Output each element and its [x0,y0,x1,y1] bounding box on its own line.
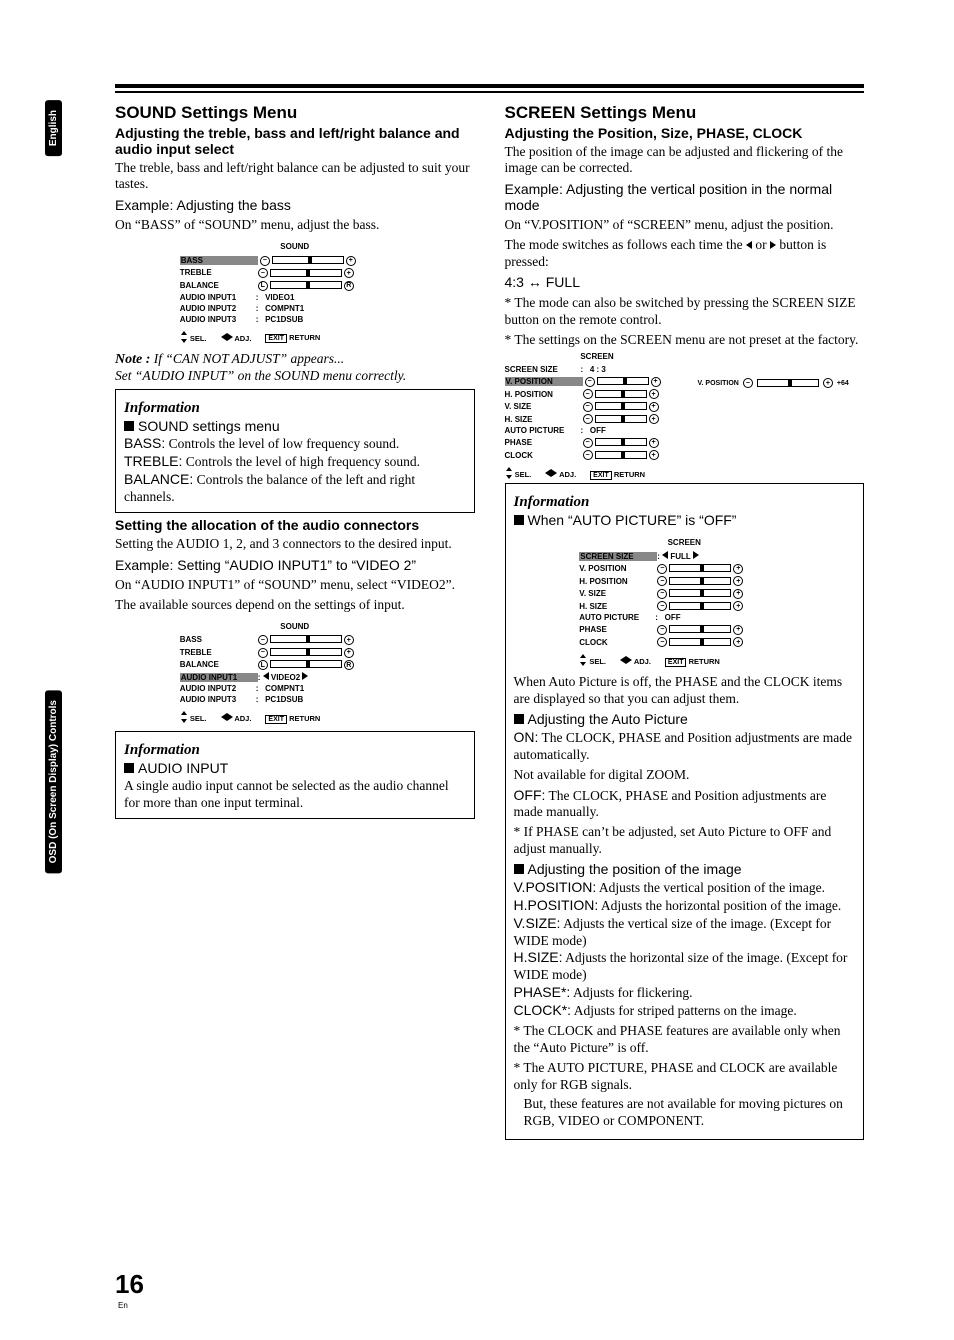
info-audio-input: Information AUDIO INPUT A single audio i… [115,731,475,819]
tab-osd: OSD (On Screen Display) Controls [45,690,62,873]
sound-p1: The treble, bass and left/right balance … [115,160,475,194]
page-number: 16 [115,1269,144,1300]
osd-sound-1: SOUND BASS−+ TREBLE−+ BALANCELR AUDIO IN… [180,242,410,343]
sound-sub: Adjusting the treble, bass and left/righ… [115,125,475,157]
info-screen-box: Information When “AUTO PICTURE” is “OFF”… [505,483,865,1140]
screen-sub: Adjusting the Position, Size, PHASE, CLO… [505,125,865,141]
screen-heading: SCREEN Settings Menu [505,103,865,123]
alloc-heading: Setting the allocation of the audio conn… [115,517,475,533]
page-lang: En [118,1301,128,1310]
info-sound-box: Information SOUND settings menu BASS: Co… [115,389,475,513]
osd-sound-2: SOUND BASS−+ TREBLE−+ BALANCELR AUDIO IN… [180,622,410,724]
tab-english: English [45,100,62,156]
osd-screen-1: SCREEN SCREEN SIZE: 4 : 3 V. POSITION−+ … [505,352,690,479]
sound-heading: SOUND Settings Menu [115,103,475,123]
example-bass: Example: Adjusting the bass [115,197,475,213]
osd-screen-2: SCREEN SCREEN SIZE: FULL V. POSITION−+ H… [579,538,789,666]
osd-vposition-side: V. POSITION−++64 [698,352,849,388]
note-label: Note : [115,352,150,367]
sound-p2: On “BASS” of “SOUND” menu, adjust the ba… [115,217,475,234]
